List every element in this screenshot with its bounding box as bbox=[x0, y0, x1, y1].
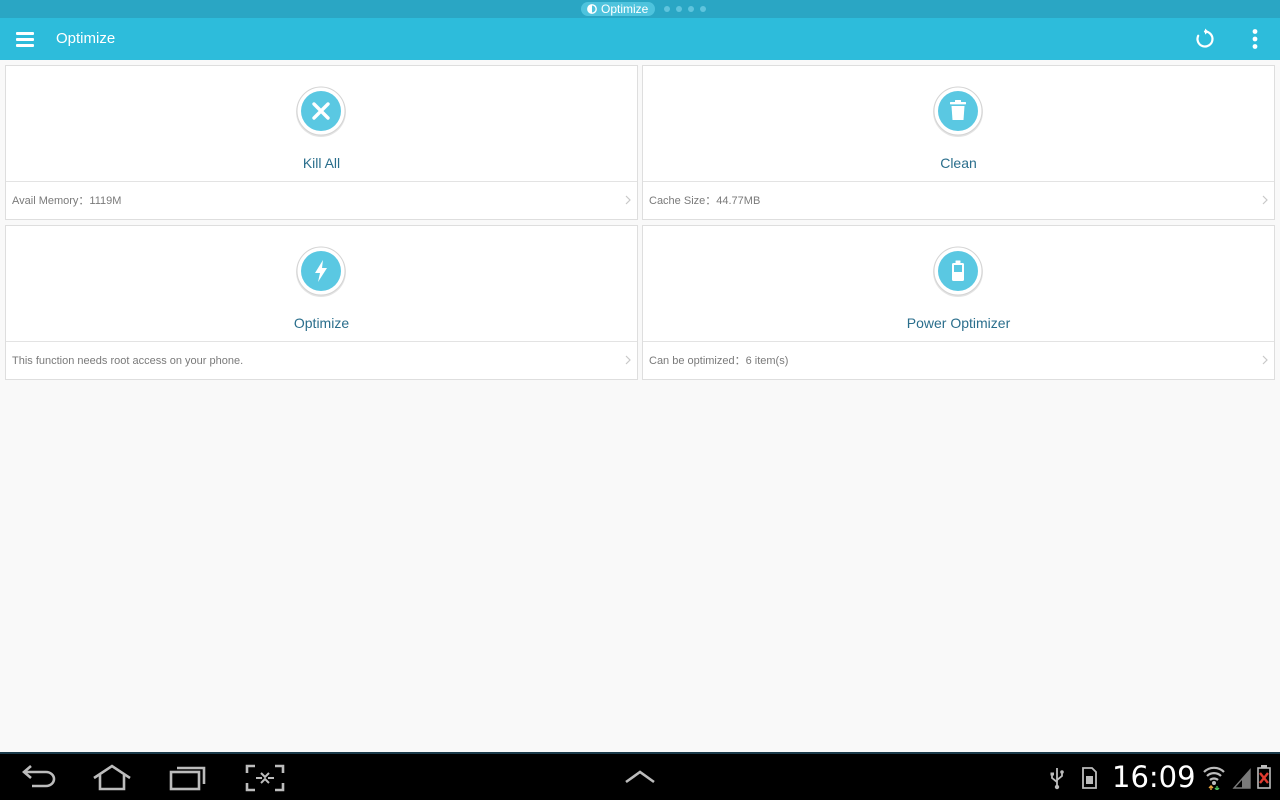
clock: 16:09 bbox=[1112, 760, 1196, 794]
page-indicator bbox=[664, 6, 706, 12]
clean-button[interactable]: Clean bbox=[643, 66, 1274, 181]
battery-low-icon bbox=[1257, 765, 1271, 789]
signal-icon bbox=[1232, 768, 1251, 789]
expand-up-icon[interactable] bbox=[620, 764, 660, 792]
power-optimizer-button[interactable]: Power Optimizer bbox=[643, 226, 1274, 341]
system-nav-bar: 16:09 bbox=[0, 752, 1280, 800]
status-strip: Optimize bbox=[0, 0, 1280, 18]
cache-size-text: Cache Size：44.77MB bbox=[649, 195, 761, 207]
card-label: Optimize bbox=[293, 315, 350, 331]
power-optimizer-card[interactable]: Power Optimizer Can be optimized：6 item(… bbox=[642, 225, 1275, 380]
sd-card-icon bbox=[1082, 767, 1097, 789]
card-label: Kill All bbox=[302, 155, 341, 171]
chevron-right-icon bbox=[625, 355, 631, 365]
wifi-icon bbox=[1203, 766, 1225, 790]
card-info-row[interactable]: Cache Size：44.77MB bbox=[643, 181, 1274, 219]
recent-apps-icon[interactable] bbox=[167, 764, 207, 792]
chevron-right-icon bbox=[1262, 195, 1268, 205]
overflow-menu-icon[interactable] bbox=[1243, 27, 1267, 51]
status-pill-label: Optimize bbox=[601, 2, 649, 16]
chevron-right-icon bbox=[1262, 355, 1268, 365]
card-label: Clean bbox=[940, 155, 977, 171]
close-x-icon bbox=[296, 86, 346, 137]
card-info-row[interactable]: Can be optimized：6 item(s) bbox=[643, 341, 1274, 379]
root-access-text: This function needs root access on your … bbox=[12, 355, 244, 367]
card-info-row[interactable]: This function needs root access on your … bbox=[6, 341, 637, 379]
optimize-button[interactable]: Optimize bbox=[6, 226, 637, 341]
half-circle-icon bbox=[587, 4, 597, 14]
menu-icon[interactable] bbox=[14, 29, 36, 49]
screenshot-icon[interactable] bbox=[245, 764, 285, 792]
usb-icon bbox=[1050, 768, 1064, 790]
chevron-right-icon bbox=[625, 195, 631, 205]
optimizable-items-text: Can be optimized：6 item(s) bbox=[649, 355, 789, 367]
kill-all-card[interactable]: Kill All Avail Memory：1119M bbox=[5, 65, 638, 220]
battery-icon bbox=[933, 246, 983, 297]
optimize-card[interactable]: Optimize This function needs root access… bbox=[5, 225, 638, 380]
page-dot bbox=[664, 6, 670, 12]
trash-icon bbox=[933, 86, 983, 137]
page-title: Optimize bbox=[56, 30, 116, 47]
refresh-icon[interactable] bbox=[1193, 27, 1217, 51]
page-dot bbox=[688, 6, 694, 12]
back-icon[interactable] bbox=[18, 764, 58, 792]
card-label: Power Optimizer bbox=[906, 315, 1011, 331]
lightning-icon bbox=[296, 246, 346, 297]
avail-memory-text: Avail Memory：1119M bbox=[12, 195, 122, 207]
page-dot bbox=[676, 6, 682, 12]
page-dot bbox=[700, 6, 706, 12]
kill-all-button[interactable]: Kill All bbox=[6, 66, 637, 181]
clean-card[interactable]: Clean Cache Size：44.77MB bbox=[642, 65, 1275, 220]
action-bar: Optimize bbox=[0, 18, 1280, 60]
status-pill[interactable]: Optimize bbox=[581, 2, 656, 16]
card-info-row[interactable]: Avail Memory：1119M bbox=[6, 181, 637, 219]
home-icon[interactable] bbox=[92, 764, 132, 792]
